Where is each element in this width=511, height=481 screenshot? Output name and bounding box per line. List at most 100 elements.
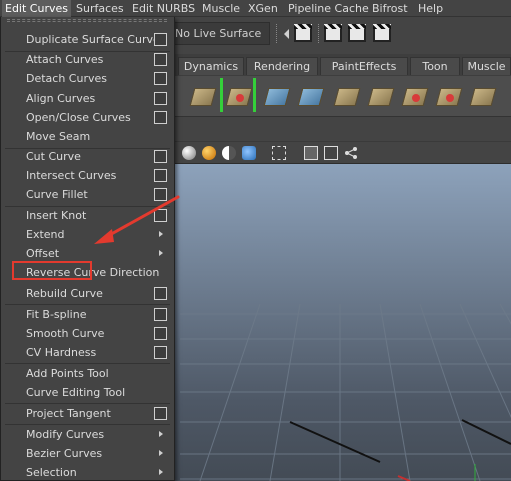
submenu-arrow-icon [159,250,163,256]
menu-xgen[interactable]: XGen [248,0,278,17]
menu-item-detach-curves[interactable]: Detach Curves [3,69,172,88]
menu-item-project-tangent[interactable]: Project Tangent [3,404,172,423]
isolate-select-icon[interactable] [304,146,318,160]
option-box-icon[interactable] [154,92,167,105]
menu-item-duplicate-surface-curves[interactable]: Duplicate Surface Curves [3,30,172,49]
menu-item-label: Cut Curve [26,150,81,163]
menu-item-curve-fillet[interactable]: Curve Fillet [3,185,172,204]
menu-item-label: Curve Fillet [26,188,88,201]
option-box-icon[interactable] [154,72,167,85]
menu-muscle[interactable]: Muscle [202,0,240,17]
menu-item-label: Detach Curves [26,72,107,85]
option-box-icon[interactable] [154,169,167,182]
tab-toon[interactable]: Toon [410,57,460,75]
surface-tool-icon[interactable] [188,80,218,112]
render-settings-icon[interactable] [348,24,366,42]
menu-item-label: Align Curves [26,92,96,105]
menu-item-fit-b-spline[interactable]: Fit B-spline [3,305,172,324]
option-box-icon[interactable] [154,407,167,420]
menu-surfaces[interactable]: Surfaces [76,0,124,17]
option-box-icon[interactable] [154,209,167,222]
menu-item-label: CV Hardness [26,346,97,359]
live-surface-field[interactable]: No Live Surface [170,22,270,45]
menu-item-cut-curve[interactable]: Cut Curve [3,147,172,166]
tab-painteffects[interactable]: PaintEffects [320,57,408,75]
menu-item-label: Project Tangent [26,407,111,420]
expand-arrow-icon[interactable] [284,29,289,39]
menu-item-label: Extend [26,228,65,241]
option-box-icon[interactable] [154,33,167,46]
menu-pipeline-cache[interactable]: Pipeline Cache [288,0,369,17]
trim-tool-icon[interactable] [434,80,464,112]
select-camera-icon[interactable] [272,146,286,160]
separator [276,24,278,43]
menu-item-label: Bezier Curves [26,447,103,460]
plane-tool-icon[interactable] [296,80,326,112]
option-box-icon[interactable] [154,53,167,66]
menu-item-align-curves[interactable]: Align Curves [3,89,172,108]
menu-item-label: Curve Editing Tool [26,386,126,399]
hypershade-icon[interactable] [373,24,391,42]
option-box-icon[interactable] [154,327,167,340]
menu-item-selection[interactable]: Selection [3,463,172,481]
menu-item-label: Add Points Tool [26,367,109,380]
menu-item-label: Smooth Curve [26,327,105,340]
option-box-icon[interactable] [154,188,167,201]
ipr-render-icon[interactable] [324,24,342,42]
xray-icon[interactable] [324,146,338,160]
share-icon[interactable] [344,146,358,160]
menu-item-smooth-curve[interactable]: Smooth Curve [3,324,172,343]
menu-item-label: Fit B-spline [26,308,87,321]
patch-tool-icon[interactable] [366,80,396,112]
surface-blue-icon[interactable] [262,80,292,112]
menu-item-cv-hardness[interactable]: CV Hardness [3,343,172,362]
menu-item-label: Modify Curves [26,428,105,441]
tear-off-handle[interactable] [7,19,167,22]
menu-help[interactable]: Help [418,0,443,17]
lighting-icon[interactable] [222,146,236,160]
menu-item-label: Open/Close Curves [26,111,131,124]
option-box-icon[interactable] [154,308,167,321]
menu-item-insert-knot[interactable]: Insert Knot [3,206,172,225]
option-box-icon[interactable] [154,346,167,359]
loft-tool-icon[interactable] [468,80,498,112]
shadow-icon[interactable] [242,146,256,160]
menu-edit-nurbs[interactable]: Edit NURBS [132,0,195,17]
menu-item-add-points-tool[interactable]: Add Points Tool [3,364,172,383]
option-box-icon[interactable] [154,111,167,124]
render-frame-icon[interactable] [294,24,312,42]
submenu-arrow-icon [159,469,163,475]
menu-bifrost[interactable]: Bifrost [372,0,408,17]
menu-item-move-seam[interactable]: Move Seam [3,127,172,146]
cube-tool-icon[interactable] [332,80,362,112]
textured-ball-icon[interactable] [202,146,216,160]
tab-muscle[interactable]: Muscle [462,57,511,75]
menu-item-bezier-curves[interactable]: Bezier Curves [3,444,172,463]
menu-item-extend[interactable]: Extend [3,225,172,244]
menu-item-label: Rebuild Curve [26,287,103,300]
offset-highlight-box [12,261,92,280]
submenu-arrow-icon [159,231,163,237]
menu-item-open-close-curves[interactable]: Open/Close Curves [3,108,172,127]
menu-item-modify-curves[interactable]: Modify Curves [3,425,172,444]
tab-dynamics[interactable]: Dynamics [178,57,244,75]
menu-item-label: Duplicate Surface Curves [26,33,166,46]
submenu-arrow-icon [159,431,163,437]
option-box-icon[interactable] [154,287,167,300]
menu-item-intersect-curves[interactable]: Intersect Curves [3,166,172,185]
menu-item-attach-curves[interactable]: Attach Curves [3,50,172,69]
shaded-ball-icon[interactable] [182,146,196,160]
menubar: Edit Curves Surfaces Edit NURBS Muscle X… [0,0,511,17]
menu-item-label: Attach Curves [26,53,104,66]
option-box-icon[interactable] [154,150,167,163]
menu-item-rebuild-curve[interactable]: Rebuild Curve [3,284,172,303]
tab-rendering[interactable]: Rendering [246,57,318,75]
menu-item-curve-editing-tool[interactable]: Curve Editing Tool [3,383,172,402]
edit-curves-dropdown: Duplicate Surface Curves Attach Curves D… [0,17,175,481]
menu-item-label: Move Seam [26,130,91,143]
separator [318,24,320,43]
stitch-tool-icon[interactable] [400,80,430,112]
menu-item-label: Selection [26,466,77,479]
menu-item-label: Intersect Curves [26,169,117,182]
menu-edit-curves[interactable]: Edit Curves [2,0,71,17]
